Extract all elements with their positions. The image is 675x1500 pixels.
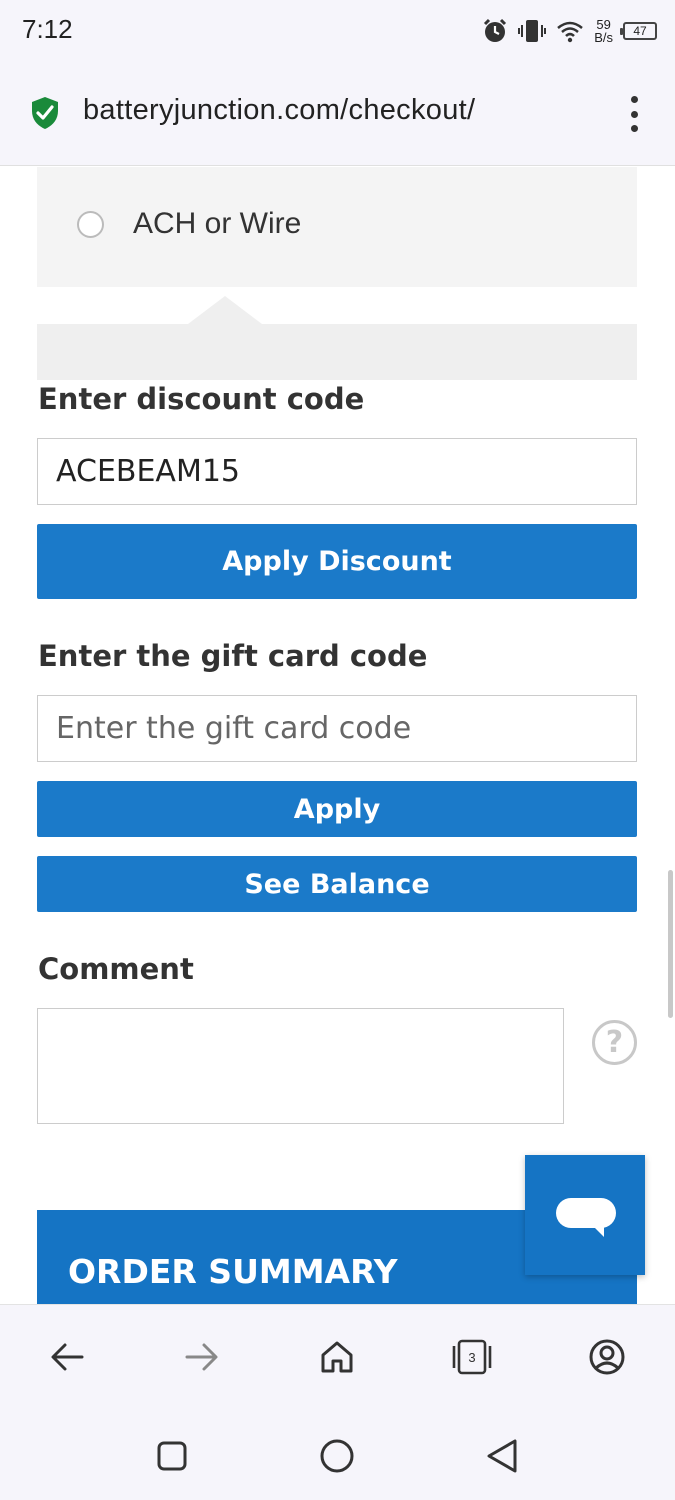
section-notch (188, 296, 262, 324)
profile-icon (589, 1339, 625, 1375)
browser-menu-icon[interactable] (627, 96, 641, 132)
tabs-button[interactable]: 3 (452, 1337, 492, 1377)
gift-card-label: Enter the gift card code (38, 639, 428, 673)
home-circle-icon[interactable] (319, 1438, 355, 1474)
tab-count: 3 (468, 1349, 476, 1365)
checkout-content: ACH or Wire Enter discount code Apply Di… (0, 167, 675, 1304)
system-navigation-bar (0, 1408, 675, 1500)
status-bar: 7:12 59 B/s 47 (0, 0, 675, 62)
chat-bubble-tail (592, 1225, 604, 1237)
back-button[interactable] (47, 1337, 87, 1377)
status-time: 7:12 (22, 14, 73, 44)
battery-level: 47 (633, 24, 647, 38)
page-scrollbar[interactable] (668, 870, 673, 1018)
back-arrow-icon (51, 1343, 84, 1371)
network-speed: 59 B/s (594, 18, 613, 44)
chat-button[interactable] (525, 1155, 645, 1275)
alarm-icon (484, 18, 507, 42)
apply-gift-card-button[interactable]: Apply (37, 781, 637, 837)
vibrate-icon (518, 20, 547, 42)
gift-card-input[interactable] (37, 695, 637, 762)
net-speed-unit: B/s (594, 30, 613, 45)
see-balance-button[interactable]: See Balance (37, 856, 637, 912)
payment-option-ach[interactable]: ACH or Wire (37, 167, 637, 287)
forward-arrow-icon (185, 1343, 218, 1371)
battery-icon: 47 (620, 22, 657, 40)
chat-bubble-icon (556, 1198, 616, 1228)
comment-label: Comment (38, 952, 194, 986)
recents-square-icon[interactable] (156, 1440, 188, 1472)
apply-discount-button[interactable]: Apply Discount (37, 524, 637, 599)
discount-code-input[interactable] (37, 438, 637, 505)
account-button[interactable] (587, 1337, 627, 1377)
help-question-icon[interactable]: ? (592, 1020, 637, 1065)
home-button[interactable] (317, 1337, 357, 1377)
browser-address-bar: batteryjunction.com/checkout/ (0, 62, 675, 166)
order-summary-title: ORDER SUMMARY (68, 1252, 398, 1291)
comment-textarea[interactable] (37, 1008, 564, 1124)
ach-radio-button[interactable] (77, 211, 104, 238)
ach-option-label: ACH or Wire (133, 207, 302, 240)
status-icons: 59 B/s 47 (482, 14, 657, 48)
home-icon (321, 1341, 353, 1373)
url-text[interactable]: batteryjunction.com/checkout/ (83, 94, 475, 127)
discount-code-label: Enter discount code (38, 382, 365, 416)
back-triangle-icon[interactable] (485, 1438, 519, 1474)
section-divider-band (37, 324, 637, 380)
wifi-icon (557, 21, 584, 43)
forward-button[interactable] (182, 1337, 222, 1377)
secure-shield-icon[interactable] (30, 96, 60, 130)
browser-toolbar: 3 (0, 1304, 675, 1408)
